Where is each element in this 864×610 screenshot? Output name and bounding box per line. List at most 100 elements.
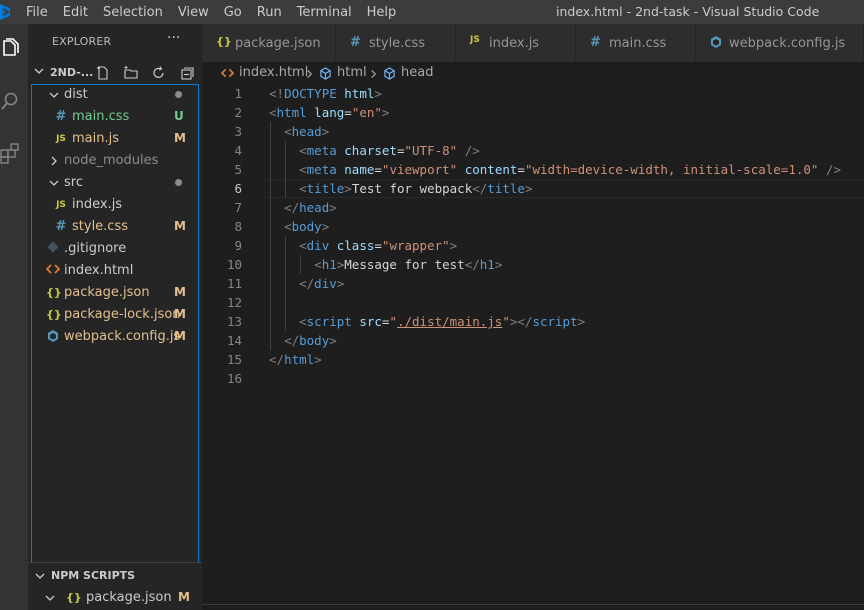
code-line[interactable]: <h1>Message for test</h1> (269, 255, 502, 274)
tab-main-css[interactable]: # main.css (576, 24, 696, 62)
code-token: > (314, 352, 322, 367)
breadcrumb-item-index-html[interactable]: index.html (239, 65, 308, 80)
code-token: > (577, 314, 586, 329)
breadcrumb: index.html html head (202, 62, 864, 84)
breadcrumb-item-head[interactable]: head (401, 65, 433, 80)
menu-bar: File Edit Selection View Go Run Terminal Help (26, 0, 411, 24)
symbol-element-icon (383, 67, 396, 84)
webpack-file-icon (46, 329, 60, 345)
file-item[interactable]: {} package-lock.json M (28, 304, 202, 326)
folder-item[interactable]: src (28, 172, 202, 194)
code-token: src (359, 314, 382, 329)
file-item[interactable]: {} package.json M (28, 282, 202, 304)
json-file-icon: {} (216, 35, 232, 48)
file-item[interactable]: # style.css M (28, 216, 202, 238)
folder-item[interactable]: node_modules (28, 150, 202, 172)
file-item[interactable]: JS index.js (28, 194, 202, 216)
collapse-all-icon[interactable] (179, 65, 195, 81)
code-token: > (344, 181, 352, 196)
code-line[interactable]: </body> (269, 331, 337, 350)
code-line[interactable]: <!DOCTYPE html> (269, 84, 382, 103)
code-line[interactable]: <html lang="en"> (269, 103, 389, 122)
refresh-icon[interactable] (151, 65, 167, 81)
code-token: = (517, 162, 525, 177)
tab-label: index.js (489, 36, 540, 51)
line-number: 9 (234, 238, 242, 253)
title-bar: File Edit Selection View Go Run Terminal Help i… (0, 0, 864, 24)
code-line[interactable]: <script src="./dist/main.js"></script> (269, 312, 585, 331)
code-line[interactable]: <meta name="viewport" content="width=dev… (269, 160, 841, 179)
menu-item-edit[interactable]: Edit (63, 5, 88, 20)
code-line[interactable]: <head> (269, 122, 329, 141)
file-label: main.js (72, 131, 119, 146)
code-token: </ (299, 276, 315, 291)
code-token: </ (284, 200, 300, 215)
code-token: </ (464, 257, 480, 272)
extensions-icon[interactable] (0, 142, 20, 166)
breadcrumb-item-html[interactable]: html (337, 65, 367, 80)
indent-guide (285, 141, 287, 198)
chevron-down-icon (49, 92, 59, 98)
vscode-logo-icon (0, 4, 10, 20)
code-token: body (299, 333, 330, 348)
file-label: main.css (72, 109, 130, 124)
new-file-icon[interactable] (95, 65, 111, 81)
folder-item[interactable]: dist (28, 84, 202, 106)
file-label: index.js (72, 197, 123, 212)
tab-index-js[interactable]: JS index.js (456, 24, 576, 62)
code-token: /> (825, 162, 842, 177)
more-actions-icon[interactable]: ··· (167, 30, 180, 46)
npm-scripts-header[interactable]: NPM SCRIPTS (28, 565, 202, 587)
file-item[interactable]: JS main.js M (28, 128, 202, 150)
menu-item-terminal[interactable]: Terminal (297, 5, 352, 20)
tab-webpack-config-js[interactable]: webpack.config.js (696, 24, 864, 62)
menu-item-selection[interactable]: Selection (103, 5, 163, 20)
code-line[interactable]: <body> (269, 217, 329, 236)
code-token: html (344, 86, 375, 101)
html-file-icon (220, 67, 235, 83)
js-file-icon: JS (470, 35, 480, 45)
root-folder[interactable]: 2ND-... (28, 62, 202, 84)
code-line[interactable]: <title>Test for webpack</title> (269, 179, 532, 198)
file-item[interactable]: # main.css U (28, 106, 202, 128)
menu-item-view[interactable]: View (178, 5, 209, 20)
npm-scripts-label: NPM SCRIPTS (51, 569, 136, 582)
code-token: </ (284, 333, 300, 348)
file-item[interactable]: .gitignore (28, 238, 202, 260)
code-token: </ (269, 352, 285, 367)
tab-package-json[interactable]: {} package.json (202, 24, 336, 62)
git-decoration-dot (175, 91, 182, 98)
code-line[interactable]: </html> (269, 350, 322, 369)
menu-item-go[interactable]: Go (224, 5, 242, 20)
menu-item-file[interactable]: File (26, 5, 48, 20)
code-line[interactable]: <div class="wrapper"> (269, 236, 457, 255)
line-number: 5 (234, 162, 242, 177)
modified-badge: M (174, 131, 186, 145)
code-editor[interactable]: 1 2 3 4 5 6 7 8 9 10 11 12 13 14 15 16 <!DOCTYPE html> <… (202, 84, 864, 610)
tab-style-css[interactable]: # style.css (336, 24, 456, 62)
code-token: < (284, 124, 292, 139)
code-line[interactable]: </div> (269, 274, 344, 293)
new-folder-icon[interactable] (123, 65, 139, 81)
explorer-sidebar: EXPLORER ··· 2ND-... dist # main.css U JS mai… (28, 24, 202, 610)
code-token: > (321, 124, 330, 139)
files-icon[interactable] (0, 38, 20, 62)
menu-item-help[interactable]: Help (367, 5, 397, 20)
npm-package-json[interactable]: {} package.json M (28, 587, 202, 609)
code-line[interactable]: </head> (269, 198, 337, 217)
code-token: name (344, 162, 375, 177)
file-item[interactable]: webpack.config.js M (28, 326, 202, 348)
menu-item-run[interactable]: Run (257, 5, 282, 20)
indent-guide (285, 236, 287, 331)
file-item[interactable]: index.html (28, 260, 202, 282)
code-token: html (284, 352, 315, 367)
search-icon[interactable] (0, 90, 20, 114)
code-token: = (374, 238, 382, 253)
folder-label: node_modules (64, 153, 159, 168)
code-token: < (314, 257, 322, 272)
git-decoration-dot (175, 179, 182, 186)
code-line[interactable]: <meta charset="UTF-8" /> (269, 141, 480, 160)
